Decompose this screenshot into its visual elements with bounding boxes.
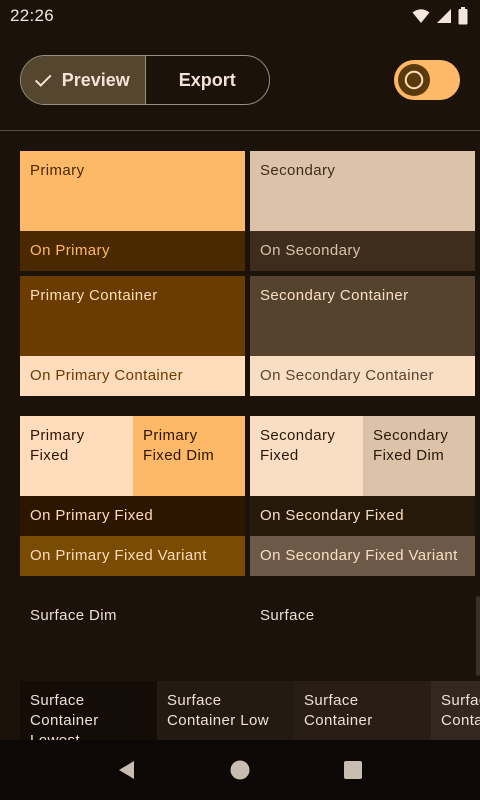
wifi-icon [412,9,430,23]
check-icon [34,74,52,87]
recents-icon[interactable] [342,759,364,781]
secondary-fixed-tile: Secondary Fixed [250,416,363,496]
surface-dim-tile: Surface Dim [20,596,245,676]
surface-tile: Surface [250,596,475,676]
on-primary-tile: On Primary [20,231,245,271]
secondary-tile: Secondary [250,151,475,231]
surface-container-lowest-tile: Surface Container Lowest [20,681,157,740]
color-scheme-preview: Primary On Primary Secondary On Secondar… [0,131,480,740]
on-secondary-tile: On Secondary [250,231,475,271]
on-primary-fixed-variant-tile: On Primary Fixed Variant [20,536,245,576]
preview-segment[interactable]: Preview [21,56,146,104]
primary-tile: Primary [20,151,245,231]
view-mode-segmented-button: Preview Export [20,55,270,105]
secondary-fixed-dim-tile: Secondary Fixed Dim [363,416,475,496]
battery-icon [458,7,468,25]
on-secondary-container-tile: On Secondary Container [250,356,475,396]
home-icon[interactable] [229,759,251,781]
on-primary-fixed-tile: On Primary Fixed [20,496,245,536]
export-label: Export [178,69,236,90]
signal-icon [437,9,451,23]
on-secondary-fixed-tile: On Secondary Fixed [250,496,475,536]
surface-container-low-tile: Surface Container Low [157,681,294,740]
status-bar: 22:26 [0,0,480,32]
preview-label: Preview [61,69,130,90]
on-secondary-fixed-variant-tile: On Secondary Fixed Variant [250,536,475,576]
secondary-container-tile: Secondary Container [250,276,475,356]
toggle-knob [398,64,430,96]
scrollbar-thumb[interactable] [476,596,480,676]
dark-mode-toggle[interactable] [394,60,460,100]
back-icon[interactable] [116,759,138,781]
moon-icon [404,70,424,90]
primary-container-tile: Primary Container [20,276,245,356]
export-segment[interactable]: Export [146,56,270,104]
on-primary-container-tile: On Primary Container [20,356,245,396]
primary-fixed-dim-tile: Primary Fixed Dim [133,416,245,496]
status-time: 22:26 [10,6,55,25]
status-icons [412,7,468,25]
surface-container-high-tile: Surface Container High [431,681,480,740]
primary-fixed-tile: Primary Fixed [20,416,133,496]
surface-container-tile: Surface Container [294,681,431,740]
system-navigation-bar [0,740,480,800]
